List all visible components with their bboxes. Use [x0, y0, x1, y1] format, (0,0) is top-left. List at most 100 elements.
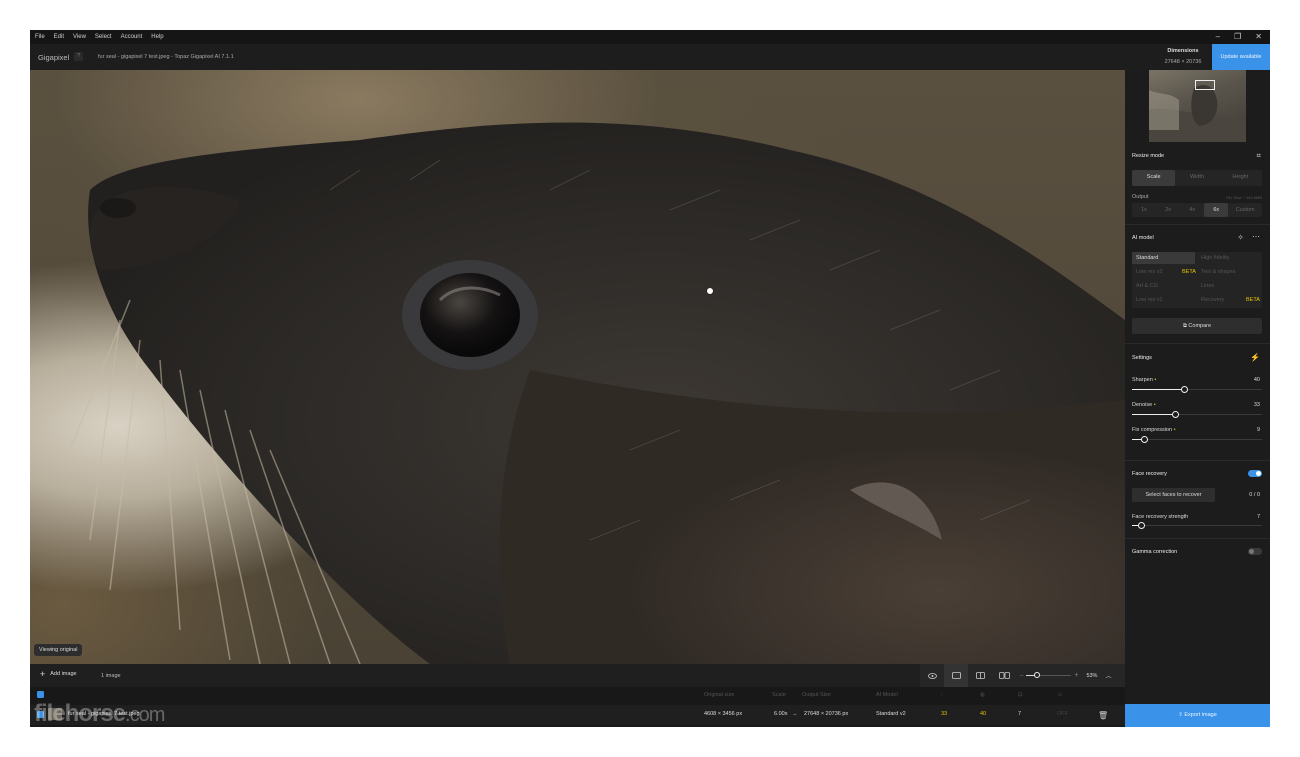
row-compression: 7 — [1018, 711, 1022, 717]
compression-slider-knob[interactable] — [1141, 436, 1148, 443]
file-title: fur seal - gigapixel 7 test.jpeg - Topaz… — [98, 54, 234, 60]
sparkle-icon[interactable]: ✧ — [1237, 233, 1244, 242]
model-text-shapes[interactable]: Text & shapes — [1197, 266, 1262, 278]
row-original-size: 4608 × 3456 px — [704, 711, 743, 717]
settings-title: Settings — [1132, 355, 1152, 361]
dimensions-label: Dimensions — [1167, 48, 1199, 54]
export-image-button[interactable]: ⇪ Export image — [1125, 704, 1270, 727]
model-recovery[interactable]: Recovery — [1197, 294, 1242, 306]
model-standard[interactable]: Standard — [1132, 252, 1195, 264]
title-bar: Gigapixel ? fur seal - gigapixel 7 test.… — [30, 44, 1270, 70]
resize-mode-tabs: Scale Width Height — [1132, 170, 1262, 186]
model-low-res-v1[interactable]: Low res v1 — [1132, 294, 1195, 306]
row-sharpen: 33 — [941, 711, 948, 717]
file-size-estimate: File Size: ~163.6MB — [1226, 195, 1262, 200]
menu-item-view[interactable]: View — [73, 34, 86, 40]
header-output-size: Output Size — [802, 692, 831, 698]
compare-label: Compare — [1188, 323, 1212, 329]
view-tools: – + 53% ︿ — [920, 664, 1125, 687]
help-icon[interactable]: ? — [74, 52, 83, 61]
dimensions-value: 27648 × 20736 — [1164, 59, 1202, 65]
model-low-res-v2[interactable]: Low res v2 — [1132, 266, 1176, 278]
minimize-button[interactable]: – — [1216, 32, 1220, 41]
face-recovery-toggle[interactable] — [1248, 470, 1262, 477]
denoise-slider-knob[interactable] — [1172, 411, 1179, 418]
model-high-fidelity[interactable]: High fidelity — [1197, 252, 1262, 264]
zoom-slider[interactable] — [1026, 664, 1072, 687]
compression-slider[interactable] — [1132, 436, 1262, 443]
restore-button[interactable]: ❐ — [1234, 32, 1241, 41]
plus-icon: + — [40, 669, 46, 679]
menu-item-help[interactable]: Help — [151, 34, 163, 40]
zoom-value[interactable]: 53% — [1086, 673, 1097, 679]
scale-4x[interactable]: 4x — [1180, 203, 1204, 217]
add-image-button[interactable]: + Add image — [40, 669, 77, 679]
trash-icon[interactable]: 🗑 — [1098, 711, 1108, 720]
model-lines[interactable]: Lines — [1197, 280, 1262, 292]
face-column-icon: ☺ — [1057, 692, 1063, 698]
ai-model-grid: Standard High fidelity Low res v2 BETA T… — [1132, 252, 1262, 308]
table-row[interactable]: fur seal - gigapixel 7 test.jpeg 4608 × … — [30, 705, 1125, 725]
model-art-cg[interactable]: Art & CG — [1132, 280, 1195, 292]
side-by-side-icon[interactable] — [992, 664, 1016, 687]
file-list: Original size Scale Output Size AI Model… — [30, 687, 1125, 727]
zoom-in-icon[interactable]: + — [1074, 672, 1078, 679]
window-controls: – ❐ ✕ — [1216, 32, 1262, 41]
arrow-icon: → — [792, 711, 798, 717]
compression-label: Fix compression • — [1132, 427, 1176, 433]
navigator-preview[interactable] — [1149, 70, 1246, 142]
zoom-slider-knob[interactable] — [1034, 672, 1041, 678]
sharpen-slider[interactable] — [1132, 386, 1262, 393]
beta-badge: BETA — [1182, 269, 1196, 275]
scale-1x[interactable]: 1x — [1132, 203, 1156, 217]
tab-height[interactable]: Height — [1219, 170, 1262, 186]
gigapixel-window: File Edit View Select Account Help – ❐ ✕ Giga… — [30, 30, 1270, 727]
tab-scale[interactable]: Scale — [1132, 170, 1176, 186]
crop-icon[interactable]: ⌗ — [1256, 151, 1261, 161]
face-strength-slider-knob[interactable] — [1138, 522, 1145, 529]
dimensions-readout: Dimensions 27648 × 20736 — [1152, 48, 1214, 65]
image-canvas[interactable]: Viewing original — [30, 70, 1125, 664]
split-view-icon[interactable] — [968, 664, 992, 687]
divider — [1125, 224, 1270, 225]
sharpen-column-icon: ◌ — [940, 692, 944, 698]
update-available-button[interactable]: Update available — [1212, 44, 1270, 70]
menu-item-account[interactable]: Account — [121, 34, 143, 40]
row-face-recovery: OFF — [1057, 711, 1068, 717]
menu-item-edit[interactable]: Edit — [54, 34, 64, 40]
eye-icon[interactable] — [920, 664, 944, 687]
sharpen-value: 40 — [1253, 377, 1260, 383]
denoise-slider[interactable] — [1132, 411, 1262, 418]
compare-button[interactable]: ⧉ Compare — [1132, 318, 1262, 334]
divider — [1125, 460, 1270, 461]
single-view-icon[interactable] — [944, 664, 968, 687]
more-options-icon[interactable]: ⋯ — [1252, 232, 1260, 241]
scale-6x[interactable]: 6x — [1204, 203, 1229, 217]
face-strength-slider[interactable] — [1132, 522, 1262, 529]
compression-value: 9 — [1256, 427, 1260, 433]
menu-item-file[interactable]: File — [35, 34, 45, 40]
chevron-up-icon[interactable]: ︿ — [1105, 671, 1111, 680]
seal-image — [69, 122, 1125, 664]
sharpen-slider-knob[interactable] — [1181, 386, 1188, 393]
gamma-correction-toggle[interactable] — [1248, 548, 1262, 555]
sharpen-label: Sharpen • — [1132, 377, 1157, 383]
select-all-checkbox[interactable] — [37, 691, 44, 698]
scale-2x[interactable]: 2x — [1156, 203, 1180, 217]
face-recovery-title: Face recovery — [1132, 471, 1167, 477]
image-count: 1 image — [101, 673, 121, 679]
preview-viewport-frame[interactable] — [1195, 80, 1215, 90]
header-scale: Scale — [772, 692, 786, 698]
export-label: Export image — [1184, 712, 1217, 718]
menu-item-select[interactable]: Select — [95, 34, 112, 40]
select-faces-button[interactable]: Select faces to recover — [1132, 488, 1215, 502]
close-button[interactable]: ✕ — [1255, 32, 1262, 41]
beta-badge: BETA — [1246, 297, 1260, 303]
lightning-icon[interactable]: ⚡ — [1250, 353, 1260, 362]
zoom-out-icon[interactable]: – — [1020, 673, 1023, 679]
denoise-label: Denoise • — [1132, 402, 1156, 408]
compression-column-icon: ⊡ — [1018, 692, 1023, 698]
tab-width[interactable]: Width — [1175, 170, 1218, 186]
scale-custom[interactable]: Custom — [1228, 203, 1262, 217]
faces-count: 0 / 0 — [1249, 492, 1260, 498]
